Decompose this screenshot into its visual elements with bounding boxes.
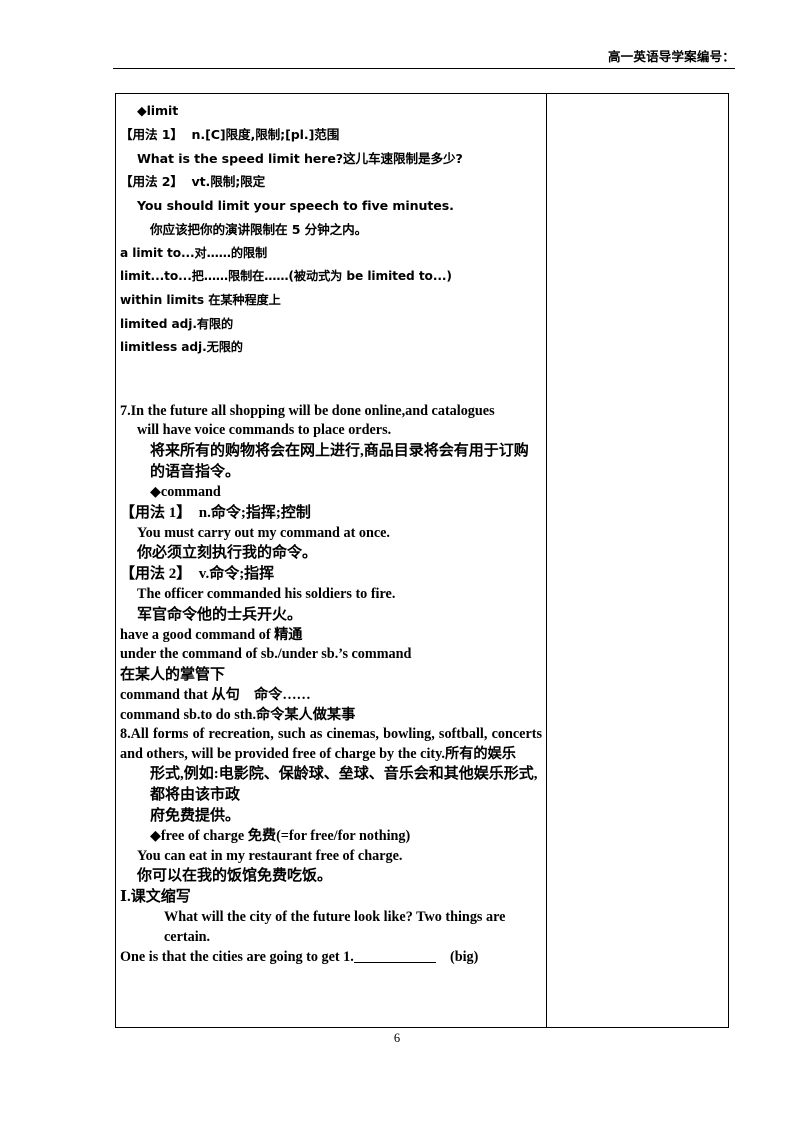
item8-translation-continued: 府免费提供。 [150,808,241,825]
command-usage2-line: 【用法 2】 v.命令;指挥 [120,564,542,585]
limit-phrase-5: limitless adj.无限的 [120,340,243,355]
limit-usage2-line: 【用法 2】 vt.限制;限定 [120,170,542,194]
side-notes-body [547,94,728,1027]
item8-translation: 形式,例如:电影院、保龄球、垒球、音乐会和其他娱乐形式,都将由该市政 [150,766,538,804]
limit-usage2-label: 【用法 2】 [120,174,183,190]
limit-usage2-example: You should limit your speech to five min… [137,198,454,214]
limit-usage2-translation: 你应该把你的演讲限制在 5 分钟之内。 [150,221,368,237]
command-usage2-translation: 军官命令他的士兵开火。 [137,606,303,623]
table-row: ◆limit 【用法 1】 n.[C]限度,限制;[pl.]范围 What is… [115,93,729,1028]
item8-sentence: 8.All forms of recreation, such as cinem… [120,726,546,762]
section-1-line-1: What will the city of the future look li… [164,909,509,946]
limit-phrase-1: a limit to...对……的限制 [120,245,268,260]
limit-phrase-2: limit...to...把……限制在……(被动式为 be limited to… [120,269,452,284]
command-usage1-example: You must carry out my command at once. [137,524,390,541]
free-of-charge-headword: ◆free of charge 免费(=for free/for nothing… [150,828,411,845]
command-usage1-definition: n.命令;指挥;控制 [198,504,311,521]
command-phrase-3: 在某人的掌管下 [120,666,226,683]
document-content-table: ◆limit 【用法 1】 n.[C]限度,限制;[pl.]范围 What is… [115,93,729,1028]
limit-usage1-line: 【用法 1】 n.[C]限度,限制;[pl.]范围 [120,123,542,147]
fill-in-blank-1[interactable] [353,961,436,963]
section-1-line-2-prefix: One is that the cities are going to get … [120,948,354,965]
main-content-body: ◆limit 【用法 1】 n.[C]限度,限制;[pl.]范围 What is… [116,94,546,971]
section-1-line-2-hint: (big) [449,948,479,965]
limit-usage2-definition: vt.限制;限定 [191,174,266,190]
page-running-header: 高一英语导学案编号： [113,48,735,69]
limit-phrase-4: limited adj.有限的 [120,316,234,331]
main-content-cell: ◆limit 【用法 1】 n.[C]限度,限制;[pl.]范围 What is… [115,93,547,1028]
page-header-text: 高一英语导学案编号： [607,49,735,64]
command-usage2-example: The officer commanded his soldiers to fi… [137,586,396,603]
free-of-charge-example: You can eat in my restaurant free of cha… [137,847,403,864]
command-usage1-line: 【用法 1】 n.命令;指挥;控制 [120,503,542,524]
limit-usage1-definition: n.[C]限度,限制;[pl.]范围 [191,126,340,142]
page-number: 6 [393,1031,401,1045]
limit-usage1-label: 【用法 1】 [120,126,183,142]
side-notes-cell[interactable] [546,93,729,1028]
command-phrase-2: under the command of sb./under sb.’s com… [120,646,412,663]
item7-translation: 将来所有的购物将会在网上进行,商品目录将会有用于订购的语音指令。 [150,442,529,480]
command-phrase-1: have a good command of 精通 [120,626,303,643]
command-headword: ◆command [150,483,221,500]
command-usage1-translation: 你必须立刻执行我的命令。 [137,545,318,562]
section-1-heading: Ⅰ.课文缩写 [120,889,191,906]
item7-sentence: 7.In the future all shopping will be don… [120,402,495,419]
command-usage2-label: 【用法 2】 [120,566,192,583]
limit-phrase-3: within limits 在某种程度上 [120,292,281,307]
command-usage2-definition: v.命令;指挥 [198,566,275,583]
limit-headword: ◆limit [137,103,179,118]
section-1-line-2: One is that the cities are going to get … [120,948,542,968]
item7-sentence-continued: will have voice commands to place orders… [137,422,392,439]
command-usage1-label: 【用法 1】 [120,504,192,521]
limit-usage1-example: What is the speed limit here?这儿车速限制是多少? [137,150,463,166]
command-phrase-5: command sb.to do sth.命令某人做某事 [120,706,356,723]
command-phrase-4: command that 从句 命令…… [120,686,311,703]
free-of-charge-translation: 你可以在我的饭馆免费吃饭。 [137,868,333,885]
